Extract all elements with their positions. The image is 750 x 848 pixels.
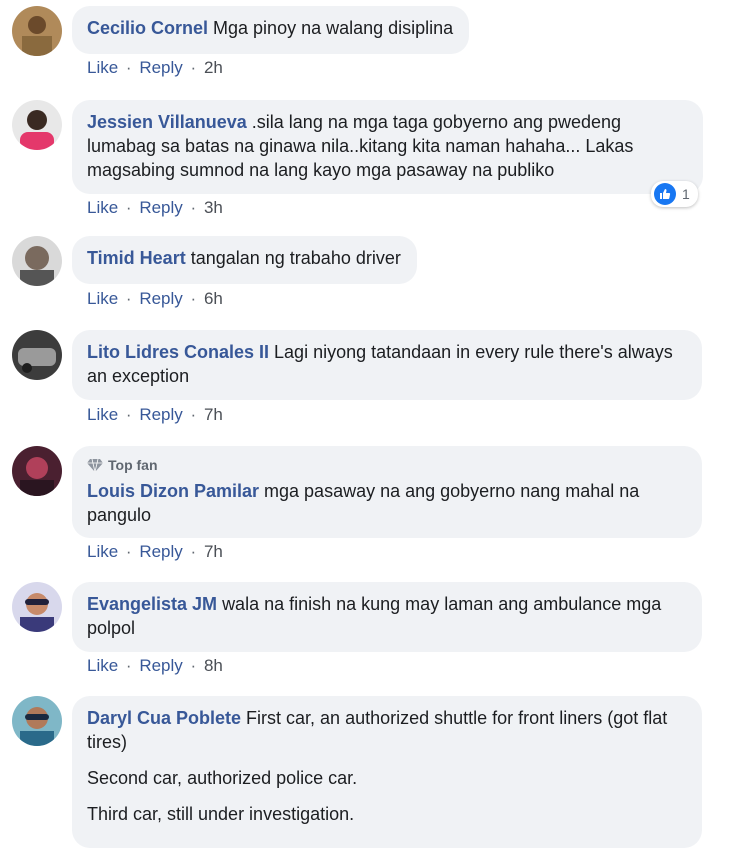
avatar[interactable] [12,100,62,150]
comment-bubble: Cecilio Cornel Mga pinoy na walang disipl… [72,6,470,54]
separator-dot: · [125,58,132,77]
separator-dot: · [190,58,197,77]
comment-bubble: Top fan Louis Dizon Pamilar mga pasaway n… [72,446,702,538]
comment-author[interactable]: Cecilio Cornel [87,18,208,38]
separator-dot: · [190,656,197,675]
separator-dot: · [125,542,132,561]
comment-actions: Like · Reply · 8h [87,656,223,676]
avatar[interactable] [12,582,62,632]
avatar[interactable] [12,330,62,380]
avatar[interactable] [12,696,62,746]
comment-text: tangalan ng trabaho driver [190,248,401,268]
comment-author[interactable]: Timid Heart [87,248,186,268]
comment-author[interactable]: Lito Lidres Conales II [87,342,269,362]
badge-label: Top fan [108,457,158,473]
reply-link[interactable]: Reply [139,58,182,77]
like-link[interactable]: Like [87,198,118,217]
top-fan-badge: Top fan [87,453,686,477]
comment-author[interactable]: Daryl Cua Poblete [87,708,241,728]
like-link[interactable]: Like [87,656,118,675]
avatar[interactable] [12,446,62,496]
comment-bubble: Lito Lidres Conales II Lagi niyong tatand… [72,330,702,400]
comment-actions: Like · Reply · 7h [87,542,223,562]
comment-timestamp[interactable]: 7h [204,405,223,424]
reply-link[interactable]: Reply [139,542,182,561]
comment-actions: Like · Reply · 6h [87,289,223,309]
like-link[interactable]: Like [87,542,118,561]
comment-paragraph: Second car, authorized police car. [87,768,358,788]
comment-actions: Like · Reply · 3h [87,198,223,218]
diamond-icon [87,458,103,472]
avatar[interactable] [12,6,62,56]
reply-link[interactable]: Reply [139,198,182,217]
comment-paragraph: Daryl Cua Poblete First car, an authorize… [87,706,686,754]
comment-author[interactable]: Louis Dizon Pamilar [87,481,259,501]
separator-dot: · [190,405,197,424]
reaction-summary[interactable]: 1 [651,181,698,207]
comment-bubble: Daryl Cua Poblete First car, an authorize… [72,696,702,848]
separator-dot: · [125,289,132,308]
reply-link[interactable]: Reply [139,656,182,675]
reply-link[interactable]: Reply [139,289,182,308]
comment-text: Mga pinoy na walang disiplina [213,18,454,38]
comment-bubble: Jessien Villanueva .sila lang na mga taga… [72,100,703,194]
comment-bubble: Timid Heart tangalan ng trabaho driver [72,236,417,284]
comment-paragraph: Third car, still under investigation. [87,804,355,824]
separator-dot: · [190,289,197,308]
separator-dot: · [125,198,132,217]
comment-timestamp[interactable]: 8h [204,656,223,675]
like-link[interactable]: Like [87,405,118,424]
reaction-count: 1 [682,186,690,202]
avatar[interactable] [12,236,62,286]
comment-bubble: Evangelista JM wala na finish na kung may… [72,582,702,652]
separator-dot: · [190,198,197,217]
like-reaction-icon [654,183,676,205]
comment-timestamp[interactable]: 6h [204,289,223,308]
comment-author[interactable]: Jessien Villanueva [87,112,247,132]
separator-dot: · [125,656,132,675]
comment-actions: Like · Reply · 7h [87,405,223,425]
comment-timestamp[interactable]: 7h [204,542,223,561]
comment-actions: Like · Reply · 2h [87,58,223,78]
reply-link[interactable]: Reply [139,405,182,424]
like-link[interactable]: Like [87,58,118,77]
separator-dot: · [190,542,197,561]
comment-author[interactable]: Evangelista JM [87,594,217,614]
comment-timestamp[interactable]: 3h [204,198,223,217]
like-link[interactable]: Like [87,289,118,308]
separator-dot: · [125,405,132,424]
comment-timestamp[interactable]: 2h [204,58,223,77]
